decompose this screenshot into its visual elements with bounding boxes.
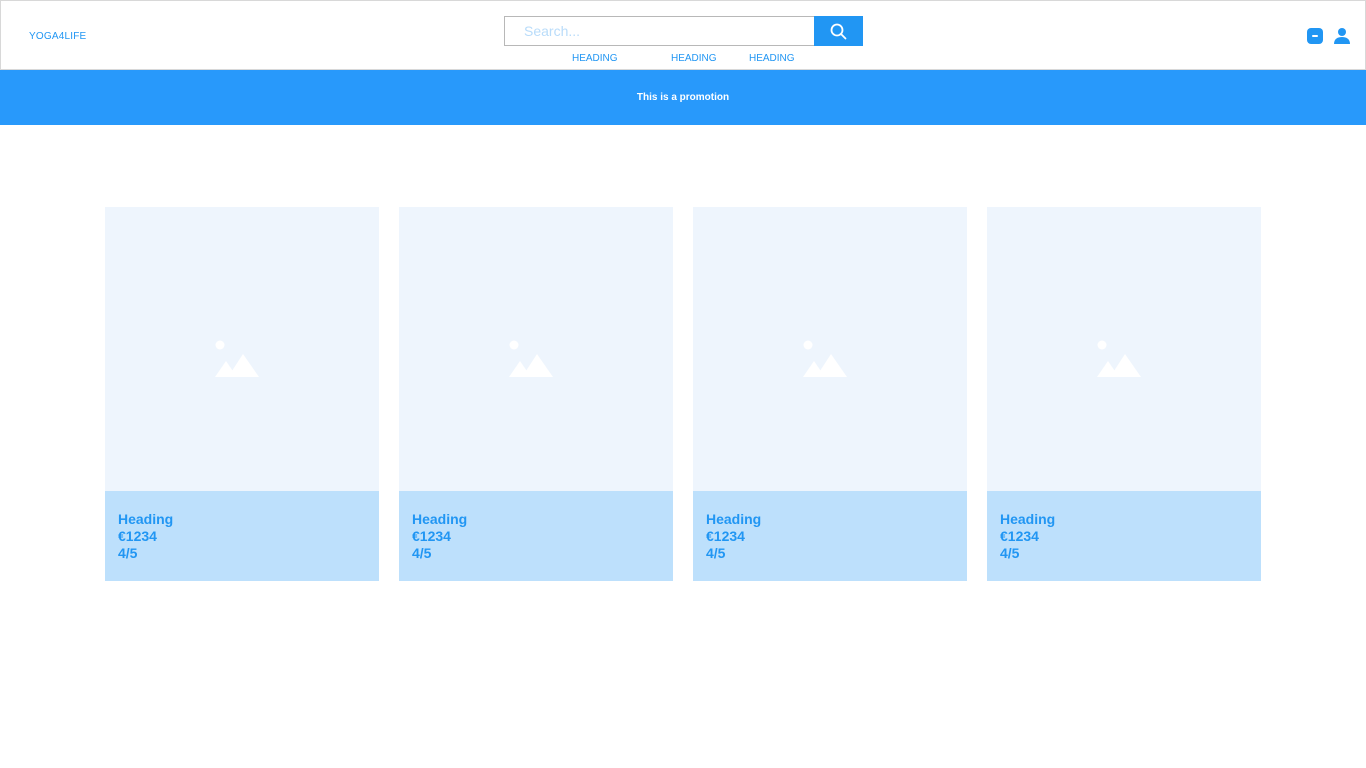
image-placeholder-icon bbox=[803, 340, 847, 377]
product-image bbox=[399, 207, 673, 491]
product-grid: Heading €1234 4/5 Heading €1234 4/5 Head… bbox=[105, 207, 1261, 581]
product-info: Heading €1234 4/5 bbox=[693, 491, 967, 581]
user-icon[interactable] bbox=[1333, 27, 1351, 45]
product-card[interactable]: Heading €1234 4/5 bbox=[987, 207, 1261, 581]
product-heading: Heading bbox=[706, 511, 762, 527]
product-price: €1234 bbox=[1000, 528, 1039, 544]
search-icon bbox=[830, 23, 847, 39]
product-heading: Heading bbox=[412, 511, 468, 527]
image-placeholder-icon bbox=[1097, 340, 1141, 377]
product-price: €1234 bbox=[412, 528, 451, 544]
product-card[interactable]: Heading €1234 4/5 bbox=[105, 207, 379, 581]
search-input[interactable] bbox=[504, 16, 814, 46]
product-rating: 4/5 bbox=[706, 545, 726, 561]
cart-icon[interactable] bbox=[1307, 28, 1323, 44]
product-price: €1234 bbox=[706, 528, 745, 544]
product-info: Heading €1234 4/5 bbox=[987, 491, 1261, 581]
promotion-text: This is a promotion bbox=[636, 92, 730, 103]
nav-link-2[interactable]: HEADING bbox=[671, 53, 717, 64]
logo[interactable]: YOGA4LIFE bbox=[29, 31, 86, 42]
nav-link-3[interactable]: HEADING bbox=[749, 53, 795, 64]
image-placeholder-icon bbox=[215, 340, 259, 377]
product-image bbox=[987, 207, 1261, 491]
product-card[interactable]: Heading €1234 4/5 bbox=[693, 207, 967, 581]
product-price: €1234 bbox=[118, 528, 157, 544]
image-placeholder-icon bbox=[509, 340, 553, 377]
product-rating: 4/5 bbox=[118, 545, 138, 561]
promotion-banner: This is a promotion bbox=[0, 70, 1366, 125]
product-image bbox=[105, 207, 379, 491]
product-card[interactable]: Heading €1234 4/5 bbox=[399, 207, 673, 581]
product-image bbox=[693, 207, 967, 491]
search-button[interactable] bbox=[814, 16, 863, 46]
product-heading: Heading bbox=[1000, 511, 1056, 527]
product-info: Heading €1234 4/5 bbox=[105, 491, 379, 581]
product-rating: 4/5 bbox=[1000, 545, 1020, 561]
product-info: Heading €1234 4/5 bbox=[399, 491, 673, 581]
product-heading: Heading bbox=[118, 511, 174, 527]
nav-link-1[interactable]: HEADING bbox=[572, 53, 618, 64]
header: YOGA4LIFE HEADING HEADING HEADING bbox=[0, 0, 1366, 70]
product-rating: 4/5 bbox=[412, 545, 432, 561]
